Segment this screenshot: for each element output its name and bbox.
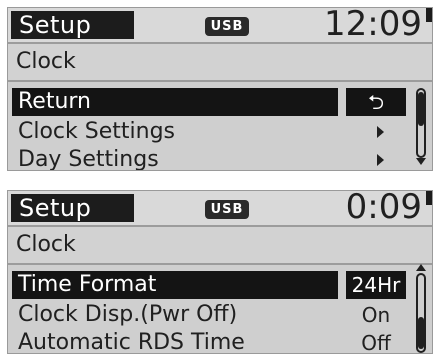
corner-indicator — [426, 191, 432, 205]
menu-item-time-format[interactable]: Time Format 24Hr — [12, 271, 412, 299]
title-bar: Setup USB 12:09 — [8, 8, 432, 42]
menu-subtitle: Clock — [8, 225, 432, 265]
scroll-up-arrow-icon — [416, 264, 426, 271]
return-icon: ⮌ — [346, 88, 406, 116]
time-format-value: 24Hr — [346, 271, 406, 299]
automatic-rds-time-value: Off — [361, 331, 391, 354]
menu-list: Return ⮌ Clock Settings Day Settings — [8, 82, 432, 171]
screen-title: Setup — [11, 11, 134, 39]
menu-item-day-settings[interactable]: Day Settings — [12, 146, 412, 171]
title-bar: Setup USB 0:09 — [8, 191, 432, 225]
menu-item-clock-display-power-off[interactable]: Clock Disp.(Pwr Off) On — [12, 301, 412, 329]
menu-item-label: Clock Settings — [18, 119, 175, 144]
menu-item-clock-settings[interactable]: Clock Settings — [12, 118, 412, 146]
usb-status-badge: USB — [205, 200, 249, 219]
menu-item-return[interactable]: Return ⮌ — [12, 88, 412, 116]
scroll-thumb[interactable] — [418, 92, 424, 126]
menu-subtitle: Clock — [8, 42, 432, 82]
clock-time: 12:09 — [324, 7, 422, 44]
clock-time: 0:09 — [345, 190, 422, 227]
menu-item-label: Automatic RDS Time — [18, 330, 245, 354]
setup-clock-screen-2: Setup USB 0:09 Clock Time Format 24Hr Cl… — [7, 190, 433, 354]
menu-item-label: Day Settings — [18, 147, 159, 171]
menu-list: Time Format 24Hr Clock Disp.(Pwr Off) On… — [8, 265, 432, 354]
scroll-thumb[interactable] — [418, 317, 424, 349]
clock-display-value: On — [361, 303, 391, 327]
menu-item-label: Return — [18, 89, 92, 114]
corner-indicator — [426, 8, 432, 22]
menu-item-label: Clock Disp.(Pwr Off) — [18, 302, 238, 327]
scroll-down-arrow-icon — [416, 158, 426, 165]
scrollbar[interactable] — [416, 264, 426, 353]
menu-item-label: Time Format — [18, 272, 157, 297]
scrollbar[interactable] — [416, 88, 426, 166]
screen-title: Setup — [11, 194, 134, 222]
chevron-right-icon — [377, 154, 384, 166]
setup-clock-screen-1: Setup USB 12:09 Clock Return ⮌ Clock Set… — [7, 7, 433, 171]
usb-status-badge: USB — [205, 17, 249, 36]
menu-item-automatic-rds-time[interactable]: Automatic RDS Time Off — [12, 329, 412, 354]
chevron-right-icon — [377, 126, 384, 138]
